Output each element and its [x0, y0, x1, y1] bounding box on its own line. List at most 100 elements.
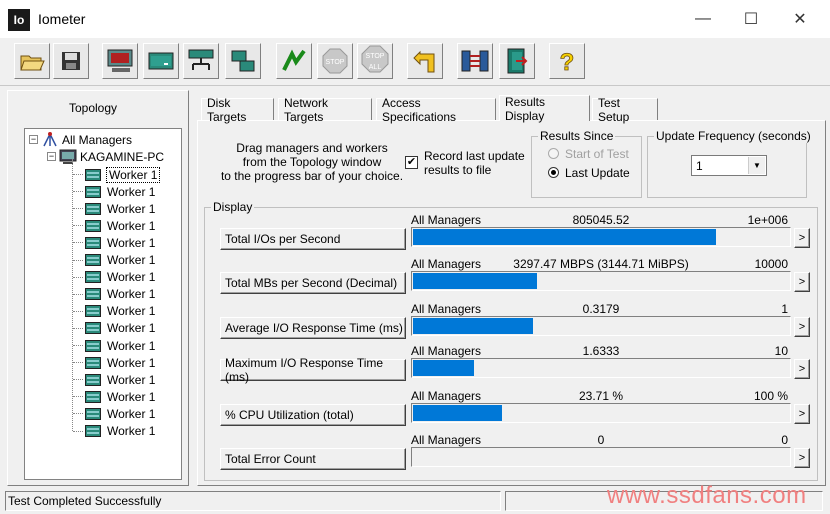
tree-worker[interactable]: Worker 1	[73, 337, 155, 354]
chevron-down-icon[interactable]: ▼	[748, 157, 765, 174]
metric-more-button[interactable]: >	[794, 317, 810, 337]
new-manager-button[interactable]	[183, 43, 219, 79]
radio-start-of-test-label: Start of Test	[565, 147, 629, 161]
tree-connector	[73, 327, 83, 329]
tree-connector	[72, 159, 73, 431]
tree-label-manager: KAGAMINE-PC	[80, 149, 165, 164]
tree-connector	[73, 191, 83, 193]
help-button[interactable]: ?	[549, 43, 585, 79]
collapse-toggle[interactable]: −	[29, 135, 38, 144]
open-button[interactable]	[14, 43, 50, 79]
tab-test-setup[interactable]: Test Setup	[592, 96, 658, 124]
radio-last-update-label: Last Update	[565, 166, 630, 180]
tree-worker[interactable]: Worker 1	[73, 405, 156, 422]
metric-max: 1e+006	[747, 213, 788, 227]
tree-worker[interactable]: Worker 1	[73, 286, 155, 303]
drag-hint-text: Drag managers and workers from the Topol…	[220, 141, 404, 183]
tree-worker[interactable]: Worker 1	[73, 200, 155, 217]
tree-connector	[73, 242, 83, 244]
tree-worker[interactable]: Worker 1	[73, 303, 155, 320]
tree-label-all-managers: All Managers	[62, 132, 133, 147]
tab-disk-targets[interactable]: Disk Targets	[201, 96, 274, 124]
tree-connector	[73, 379, 83, 381]
update-frequency-value: 1	[696, 159, 703, 173]
tree-worker-label: Worker 1	[107, 218, 156, 233]
metric-button[interactable]: Total Error Count	[220, 448, 406, 470]
save-button[interactable]	[53, 43, 89, 79]
tree-worker[interactable]: Worker 1	[73, 371, 155, 388]
help-icon: ?	[559, 49, 575, 75]
metric-more-button[interactable]: >	[794, 272, 810, 292]
tree-connector	[73, 208, 83, 210]
tree-worker-label: Worker 1	[107, 235, 156, 250]
record-results-checkbox[interactable]: ✔	[405, 156, 418, 169]
tree-connector	[73, 259, 83, 261]
metric-more-button[interactable]: >	[794, 404, 810, 424]
metric-more-button[interactable]: >	[794, 228, 810, 248]
metric-button[interactable]: Maximum I/O Response Time (ms)	[220, 356, 406, 384]
worker-icon	[85, 254, 101, 266]
tab-network-targets[interactable]: Network Targets	[278, 96, 372, 124]
exit-button[interactable]	[499, 43, 535, 79]
tree-worker[interactable]: Worker 1	[73, 234, 156, 251]
start-button[interactable]	[276, 43, 312, 79]
tree-worker[interactable]: Worker 1	[73, 423, 155, 440]
metric-button[interactable]: Average I/O Response Time (ms)	[220, 317, 406, 339]
tree-worker[interactable]: Worker 1	[73, 166, 161, 183]
worker-icon	[85, 271, 101, 284]
metric-more-button[interactable]: >	[794, 448, 810, 468]
disconnect-button[interactable]	[457, 43, 493, 79]
stop-icon: STOP	[322, 48, 348, 74]
svg-text:STOP: STOP	[326, 59, 345, 66]
stop-all-button[interactable]: STOP ALL	[357, 43, 393, 79]
metric-max: 10000	[754, 257, 788, 271]
worker-icon	[85, 339, 101, 352]
collapse-toggle[interactable]: −	[47, 152, 56, 161]
new-network-worker-button[interactable]	[143, 43, 179, 79]
maximize-button[interactable]: ☐	[728, 0, 774, 38]
tree-manager[interactable]: − KAGAMINE-PC	[47, 148, 164, 165]
update-frequency-select[interactable]: 1 ▼	[691, 155, 767, 176]
tree-root-all-managers[interactable]: − All Managers	[29, 131, 132, 148]
metric-button[interactable]: Total MBs per Second (Decimal)	[220, 272, 406, 294]
update-frequency-title: Update Frequency (seconds)	[654, 129, 813, 143]
worker-icon	[85, 356, 101, 369]
network-tree-icon	[43, 131, 57, 146]
metric-max: 100 %	[753, 389, 788, 403]
metric-progress-bar	[411, 227, 791, 247]
duplicate-worker-button[interactable]	[225, 43, 261, 79]
worker-icon	[85, 322, 101, 335]
metric-progress-fill	[413, 229, 716, 245]
radio-start-of-test[interactable]	[548, 148, 559, 159]
minimize-button[interactable]: —	[680, 0, 726, 38]
tab-access-specifications[interactable]: Access Specifications	[376, 96, 496, 124]
tree-worker[interactable]: Worker 1	[73, 354, 155, 371]
close-button[interactable]: ✕	[777, 0, 823, 38]
worker-icon	[85, 390, 101, 403]
tree-worker-label: Worker 1	[107, 406, 156, 421]
metric-button[interactable]: % CPU Utilization (total)	[220, 404, 406, 426]
metric-button[interactable]: Total I/Os per Second	[220, 228, 406, 250]
stop-button[interactable]: STOP	[317, 43, 353, 79]
tree-connector	[73, 174, 83, 175]
worker-icon	[85, 168, 101, 181]
worker-icon	[85, 425, 101, 437]
tree-worker[interactable]: Worker 1	[73, 269, 155, 286]
reset-workers-button[interactable]	[407, 43, 443, 79]
metric-more-button[interactable]: >	[794, 359, 810, 379]
tree-worker[interactable]: Worker 1	[73, 252, 155, 269]
tree-worker[interactable]: Worker 1	[73, 217, 156, 234]
open-icon	[20, 55, 45, 71]
display-title: Display	[211, 200, 255, 214]
tree-worker[interactable]: Worker 1	[73, 388, 155, 405]
radio-last-update[interactable]	[548, 167, 559, 178]
tree-worker[interactable]: Worker 1	[73, 320, 155, 337]
topology-tree[interactable]: − All Managers − KAGAMINE-PC Worker 1 Wor…	[24, 128, 182, 480]
new-disk-worker-button[interactable]	[102, 43, 138, 79]
worker-icon	[85, 219, 101, 232]
new-manager-icon	[188, 49, 214, 70]
svg-text:?: ?	[560, 49, 575, 75]
tree-worker[interactable]: Worker 1	[73, 183, 155, 200]
tab-results-display[interactable]: Results Display	[499, 95, 590, 123]
window-title: Iometer	[38, 11, 86, 27]
